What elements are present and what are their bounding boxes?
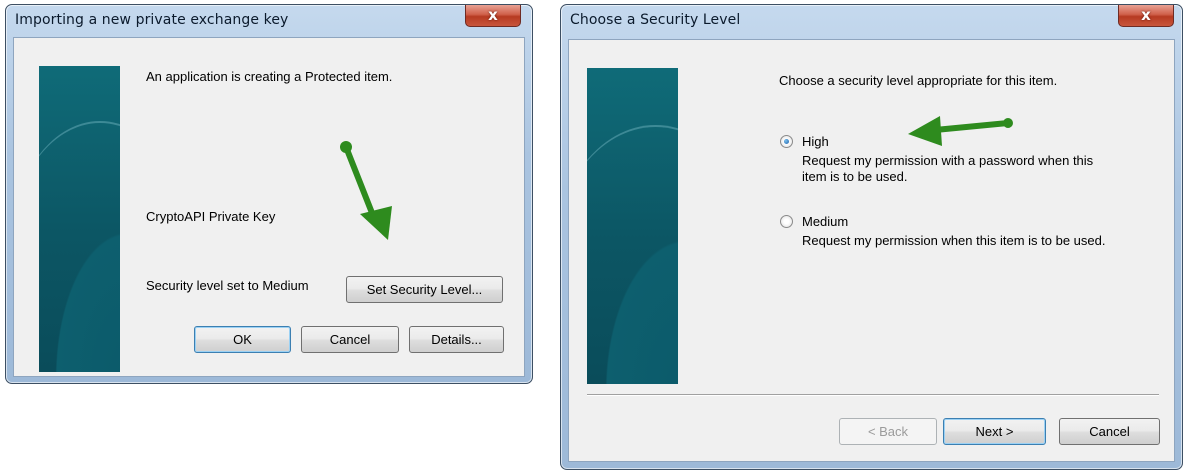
annotation-arrow-icon <box>908 116 1013 146</box>
